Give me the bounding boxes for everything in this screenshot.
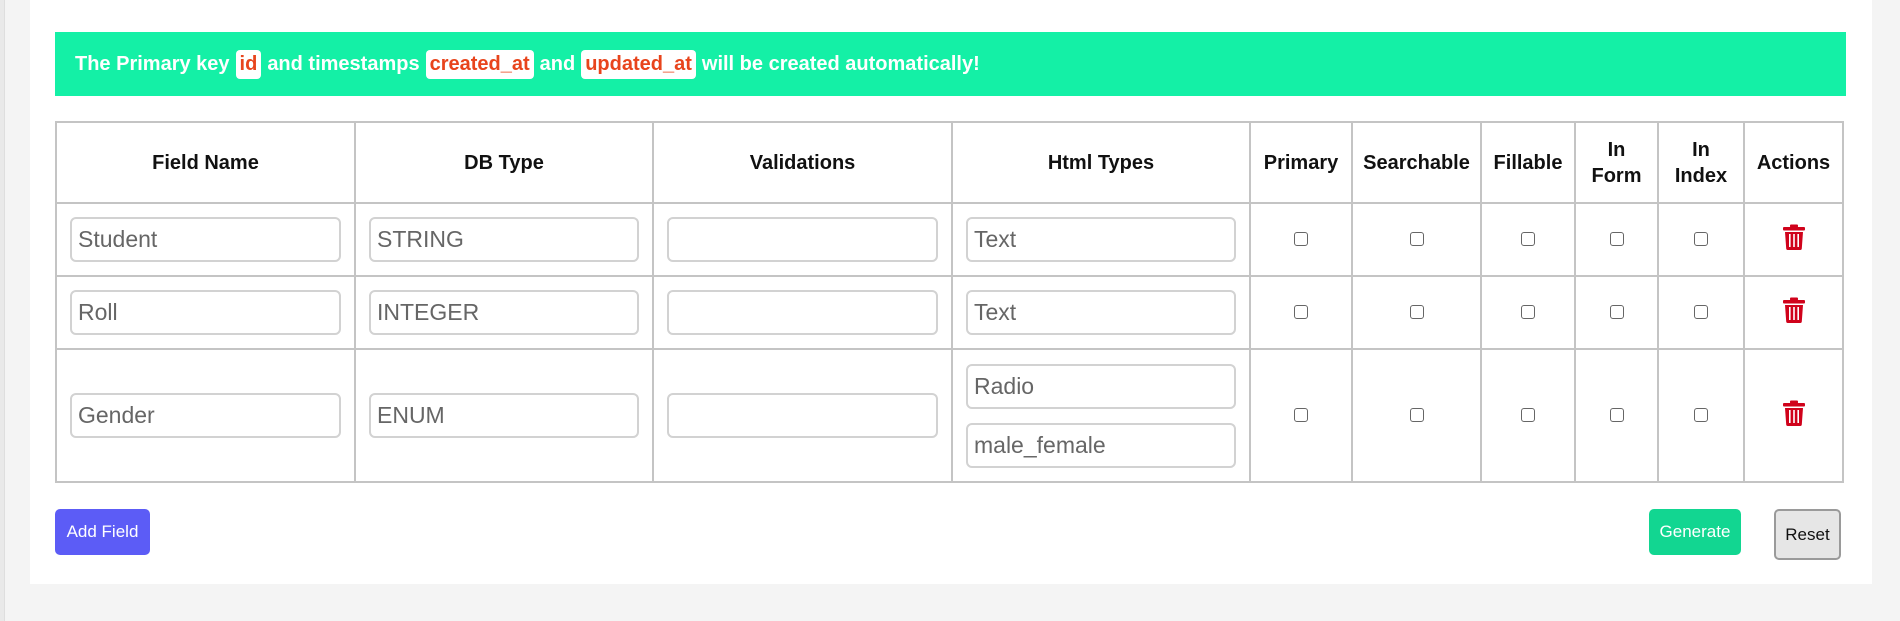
table-row: Gender ENUM Radio male_female [55,348,1844,483]
header-fillable: Fillable [1480,121,1576,204]
db-type-input[interactable]: ENUM [369,393,639,438]
generator-card: The Primary key id and timestamps create… [30,0,1872,584]
html-type-input[interactable]: Text [966,217,1236,262]
header-field-name: Field Name [55,121,356,204]
table-row: Roll INTEGER Text [55,275,1844,350]
in-form-checkbox[interactable] [1609,408,1624,423]
fillable-checkbox[interactable] [1521,408,1535,423]
db-type-input[interactable]: STRING [369,217,639,262]
reset-button[interactable]: Reset [1774,509,1841,560]
field-name-input[interactable]: Roll [70,290,341,335]
code-created-at: created_at [425,49,534,79]
trash-icon[interactable] [1782,224,1805,255]
html-type-input[interactable]: Radio [966,363,1236,409]
trash-icon[interactable] [1782,297,1805,328]
fillable-checkbox[interactable] [1521,232,1535,247]
html-options-input[interactable]: male_female [966,422,1236,468]
code-id: id [235,49,262,79]
primary-checkbox[interactable] [1294,408,1308,423]
notice-text: and timestamps [267,52,420,75]
in-index-checkbox[interactable] [1694,232,1708,247]
header-in-form: In Form [1574,121,1659,204]
page-edge [0,0,5,621]
header-html-types: Html Types [951,121,1251,204]
notice-text: The Primary key [75,52,230,75]
header-in-index: In Index [1657,121,1745,204]
auto-fields-notice: The Primary key id and timestamps create… [55,32,1846,96]
html-type-input[interactable]: Text [966,290,1236,335]
in-form-checkbox[interactable] [1609,305,1624,320]
header-searchable: Searchable [1351,121,1482,204]
searchable-checkbox[interactable] [1409,408,1424,423]
notice-text: will be created automatically! [701,52,980,75]
header-actions: Actions [1743,121,1844,204]
code-updated-at: updated_at [581,49,696,79]
field-name-input[interactable]: Student [70,217,341,262]
fields-table: Field Name DB Type Validations Html Type… [55,121,1844,483]
table-row: Student STRING Text [55,202,1844,277]
validations-input[interactable] [667,393,938,438]
searchable-checkbox[interactable] [1409,305,1424,320]
generate-button[interactable]: Generate [1649,509,1741,555]
header-primary: Primary [1249,121,1353,204]
field-name-input[interactable]: Gender [70,393,341,438]
validations-input[interactable] [667,290,938,335]
fillable-checkbox[interactable] [1521,305,1535,320]
validations-input[interactable] [667,217,938,262]
header-db-type: DB Type [354,121,654,204]
notice-text: and [539,52,576,75]
in-form-checkbox[interactable] [1609,232,1624,247]
primary-checkbox[interactable] [1294,232,1308,247]
table-header-row: Field Name DB Type Validations Html Type… [55,121,1844,204]
in-index-checkbox[interactable] [1694,305,1708,320]
db-type-input[interactable]: INTEGER [369,290,639,335]
in-index-checkbox[interactable] [1694,408,1708,423]
header-validations: Validations [652,121,953,204]
primary-checkbox[interactable] [1294,305,1308,320]
add-field-button[interactable]: Add Field [55,509,150,555]
searchable-checkbox[interactable] [1409,232,1424,247]
trash-icon[interactable] [1782,400,1805,431]
